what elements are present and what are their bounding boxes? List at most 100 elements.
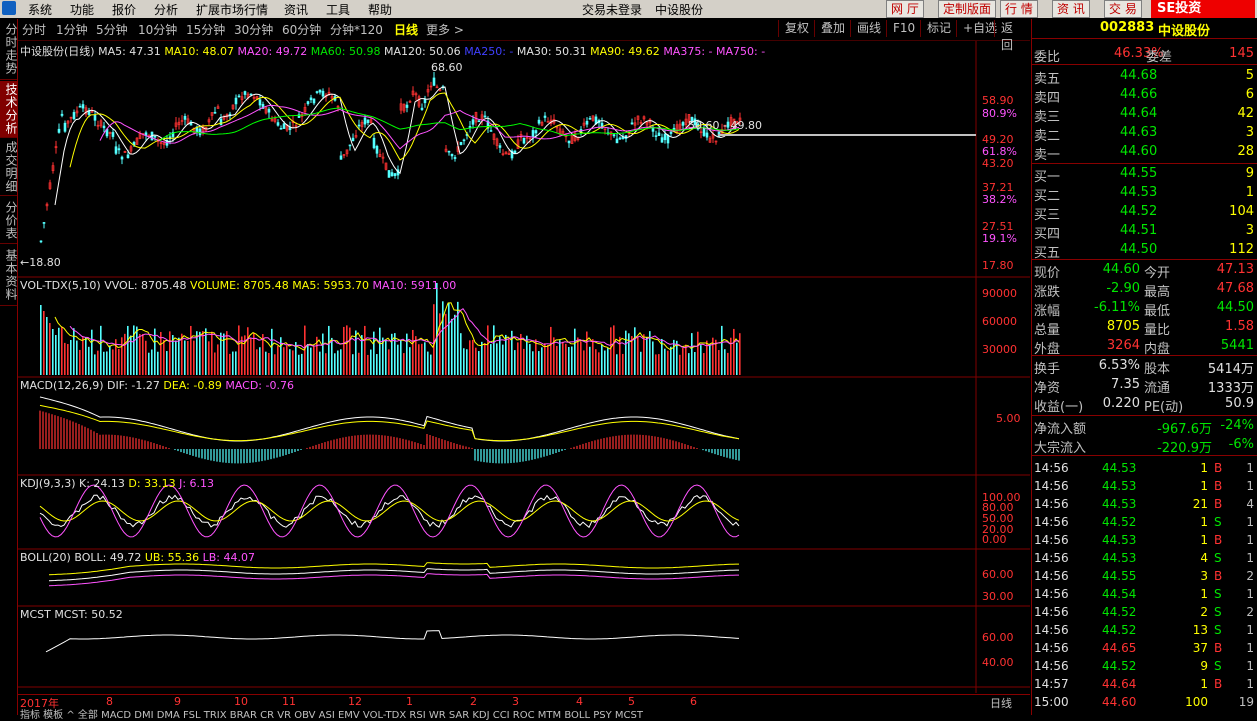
volume-bar — [358, 352, 360, 375]
candle-body — [420, 107, 424, 110]
period-daily[interactable]: 日线 — [394, 21, 418, 38]
tick-volume: 37 — [1192, 641, 1208, 655]
ma375-value: MA375: - — [663, 45, 713, 58]
custom-layout-button[interactable]: 定制版面 — [938, 0, 997, 18]
menu-item-tools[interactable]: 工具 — [326, 1, 350, 18]
volume-bar — [238, 325, 240, 375]
menu-item-extended-market[interactable]: 扩展市场行情 — [196, 1, 268, 18]
adjust-button[interactable]: 复权 — [778, 20, 815, 37]
tick-price: 44.53 — [1102, 533, 1137, 547]
news-button[interactable]: 资 讯 — [1052, 0, 1090, 18]
period-5min[interactable]: 5分钟 — [96, 21, 128, 38]
period-15min[interactable]: 15分钟 — [186, 21, 225, 38]
trade-button[interactable]: 交 易 — [1104, 0, 1142, 18]
volume-bar — [148, 352, 150, 375]
tab-price-table[interactable]: 分价表 — [0, 197, 18, 244]
volume-bar — [580, 341, 582, 375]
bid-volume: 3 — [1245, 223, 1254, 238]
period-60min[interactable]: 60分钟 — [282, 21, 321, 38]
period-1min[interactable]: 1分钟 — [56, 21, 88, 38]
tick-time: 14:56 — [1034, 569, 1069, 583]
period-10min[interactable]: 10分钟 — [138, 21, 177, 38]
tab-basic-info[interactable]: 基本资料 — [0, 245, 18, 306]
volume-bar — [676, 340, 678, 375]
period-timeshare[interactable]: 分时 — [22, 21, 46, 38]
tab-timeshare[interactable]: 分时走势 — [0, 19, 18, 80]
volume-bar — [367, 354, 369, 375]
volume-bar — [100, 325, 102, 375]
mark-button[interactable]: 标记 — [920, 20, 957, 37]
volume-bar — [472, 339, 474, 375]
stat-label: 流通 — [1144, 381, 1171, 396]
market-button[interactable]: 行 情 — [1000, 0, 1038, 18]
menu-item-quote[interactable]: 报价 — [112, 1, 136, 18]
period-30min[interactable]: 30分钟 — [234, 21, 273, 38]
volume-bar — [118, 348, 120, 375]
bid-price: 44.53 — [1120, 185, 1158, 200]
stat-value: 6.53% — [1098, 358, 1140, 373]
ask-label: 卖四 — [1034, 91, 1061, 106]
app-icon[interactable] — [2, 1, 16, 15]
tab-technical-analysis[interactable]: 技术分析 — [0, 81, 18, 138]
quote-row: 买二 44.53 1 — [1034, 184, 1256, 204]
volume-bar — [280, 337, 282, 375]
period-more[interactable]: 更多 > — [426, 21, 464, 38]
tab-trade-details[interactable]: 成交明细 — [0, 139, 18, 196]
volume-bar — [589, 346, 591, 375]
period-120min[interactable]: 分钟*120 — [330, 21, 383, 38]
ask-volume: 42 — [1237, 106, 1254, 121]
tick-price: 44.53 — [1102, 461, 1137, 475]
candle-body — [471, 119, 475, 125]
volume-bar — [637, 336, 639, 375]
candle-body — [459, 142, 463, 145]
volume-bar — [82, 337, 84, 375]
candle-body — [183, 115, 187, 120]
price-tick: 43.20 — [982, 157, 1014, 170]
tick-volume: 4 — [1200, 551, 1208, 565]
candle-body — [60, 113, 64, 116]
overlay-button[interactable]: 叠加 — [814, 20, 851, 37]
candle-body — [357, 124, 361, 127]
tick-count: 2 — [1246, 605, 1254, 619]
tick-count: 4 — [1246, 497, 1254, 511]
candle-body — [513, 150, 517, 154]
menu-item-function[interactable]: 功能 — [70, 1, 94, 18]
menu-item-info[interactable]: 资讯 — [284, 1, 308, 18]
online-hall-button[interactable]: 网 厅 — [886, 0, 924, 18]
candle-body — [93, 115, 97, 121]
volume-bar — [556, 345, 558, 375]
menu-item-help[interactable]: 帮助 — [368, 1, 392, 18]
kline-chart-area[interactable]: 中设股份(日线) MA5: 47.31 MA10: 48.07 MA20: 49… — [18, 41, 1030, 693]
menu-item-system[interactable]: 系统 — [28, 1, 52, 18]
tick-volume: 1 — [1200, 587, 1208, 601]
back-button[interactable]: 返回 — [994, 20, 1030, 52]
indicator-tabs[interactable]: 指标 模板 ^ 全部 MACD DMI DMA FSL TRIX BRAR CR… — [20, 706, 643, 721]
volume-bar — [67, 344, 69, 375]
volume-bar — [652, 341, 654, 375]
tick-row: 14:56 44.53 1 B 1 — [1034, 532, 1256, 550]
volume-bar — [277, 345, 279, 375]
volume-bar — [523, 348, 525, 375]
volume-bar — [583, 350, 585, 375]
volume-bar — [598, 352, 600, 375]
volume-bar — [625, 330, 627, 375]
candle-body — [387, 170, 391, 178]
stat-label: PE(动) — [1144, 400, 1184, 415]
tick-time: 14:56 — [1034, 623, 1069, 637]
volume-bar — [217, 344, 219, 375]
tick-count: 1 — [1246, 587, 1254, 601]
bid-label: 买三 — [1034, 208, 1061, 223]
candle-body — [705, 132, 709, 138]
f10-button[interactable]: F10 — [886, 20, 921, 37]
draw-line-button[interactable]: 画线 — [850, 20, 887, 37]
menu-item-analysis[interactable]: 分析 — [154, 1, 178, 18]
kdj-name: KDJ(9,3,3) — [20, 477, 76, 490]
candle-body — [393, 173, 397, 177]
volume-bar — [433, 304, 435, 375]
flow-label: 大宗流入 — [1034, 441, 1087, 456]
quote-row: 换手 6.53% 股本 5414万 — [1034, 357, 1256, 377]
volume-bar — [79, 349, 81, 375]
main-stock-period: 中设股份(日线) — [20, 45, 95, 58]
candle-body — [213, 111, 217, 114]
volume-bar — [127, 325, 129, 375]
